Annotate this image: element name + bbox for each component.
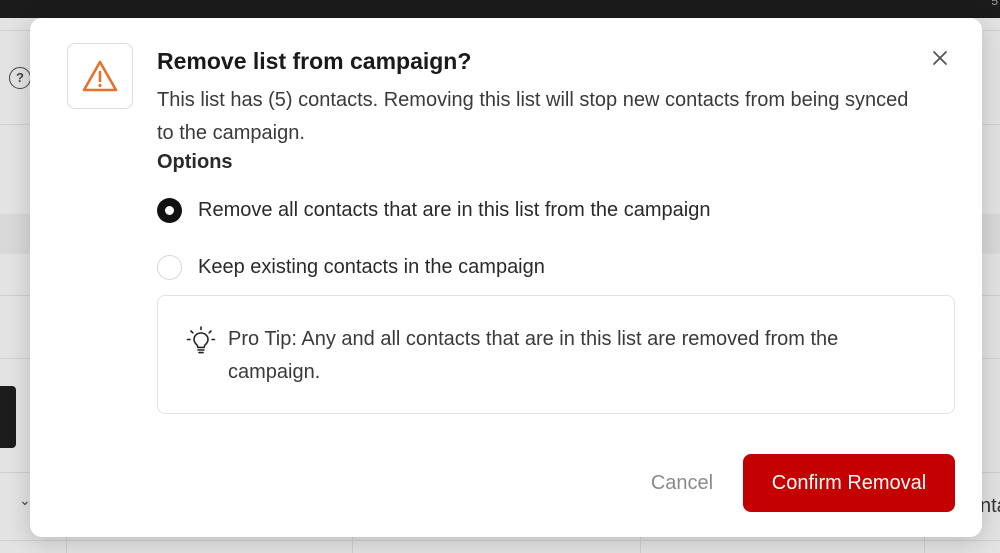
cancel-button[interactable]: Cancel (634, 454, 730, 512)
radio-button-unselected[interactable] (157, 254, 182, 280)
chevron-down-icon[interactable]: ⌄ (19, 492, 31, 509)
option-keep-existing-contacts[interactable]: Keep existing contacts in the campaign (157, 252, 545, 282)
dialog-title: Remove list from campaign? (157, 48, 472, 74)
divider (0, 540, 1000, 541)
close-icon (933, 51, 947, 65)
warning-icon-container (67, 43, 133, 109)
top-bar: 5 (0, 0, 1000, 18)
pro-tip-card: Pro Tip: Any and all contacts that are i… (157, 295, 955, 414)
option-label: Remove all contacts that are in this lis… (198, 198, 711, 221)
confirm-removal-button[interactable]: Confirm Removal (743, 454, 955, 512)
option-remove-all-contacts[interactable]: Remove all contacts that are in this lis… (157, 195, 710, 225)
pro-tip-text: Pro Tip: Any and all contacts that are i… (228, 328, 839, 383)
remove-list-dialog: Remove list from campaign? This list has… (30, 18, 982, 537)
column-header-partial: nta (980, 495, 1000, 517)
radio-button-selected[interactable] (157, 197, 182, 223)
dialog-description: This list has (5) contacts. Removing thi… (157, 89, 909, 144)
help-icon[interactable]: ? (9, 67, 31, 89)
dark-panel-edge (0, 386, 16, 448)
warning-triangle-icon (82, 60, 118, 92)
lightbulb-icon (186, 326, 216, 354)
options-heading: Options (157, 151, 233, 173)
top-bar-text: 5 (991, 0, 998, 8)
close-button[interactable] (926, 44, 954, 72)
option-label: Keep existing contacts in the campaign (198, 255, 545, 278)
